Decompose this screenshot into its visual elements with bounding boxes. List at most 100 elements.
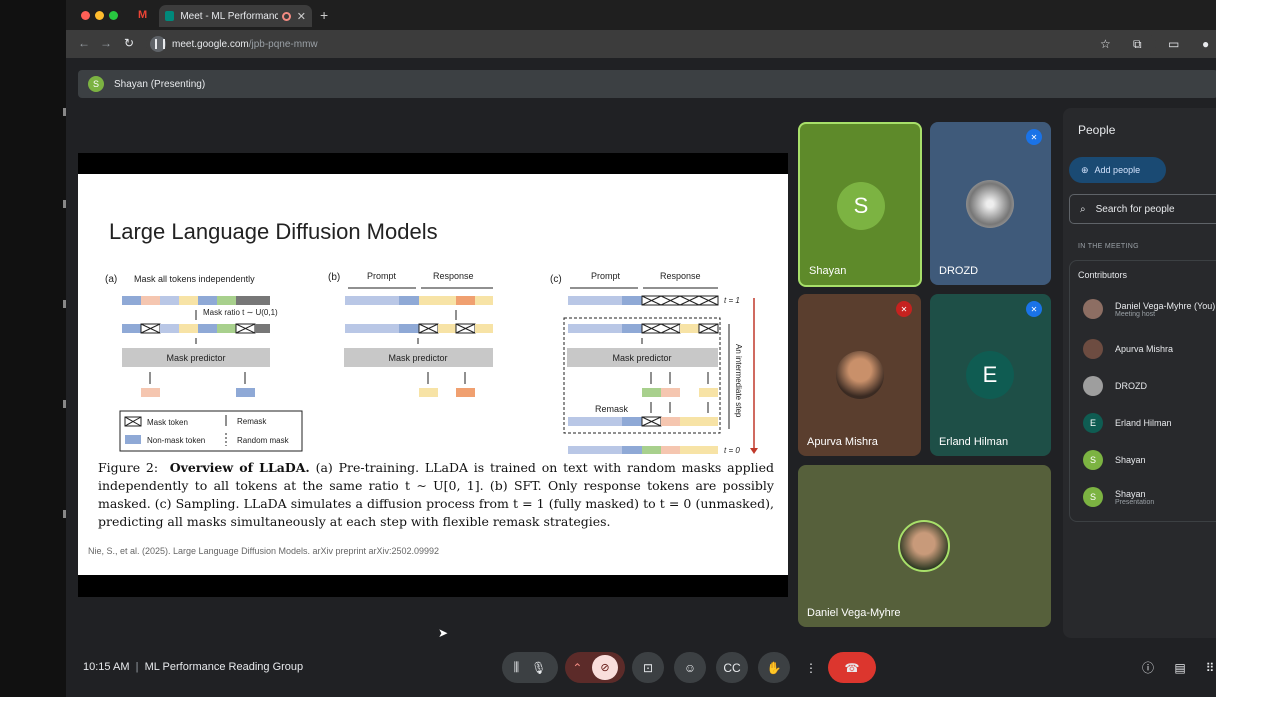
legend-random-mask: Random mask xyxy=(237,436,290,445)
panel-c-token-row-2 xyxy=(568,323,719,334)
person-row[interactable]: DROZD xyxy=(1083,376,1147,396)
presenter-avatar: S xyxy=(88,76,104,92)
in-meeting-heading: IN THE MEETING xyxy=(1078,243,1139,250)
presenting-banner: S Shayan (Presenting) xyxy=(78,70,1216,98)
panel-b-predictor-label: Mask predictor xyxy=(388,353,447,363)
info-icon: ⓘ xyxy=(1141,661,1154,675)
url-host: meet.google.com xyxy=(172,38,249,50)
figure-legend-box xyxy=(119,410,303,452)
forward-icon[interactable]: → xyxy=(100,36,112,50)
hand-icon: ✋ xyxy=(766,660,782,675)
caption-label: Figure 2: xyxy=(98,460,159,475)
person-row[interactable]: Daniel Vega-Myhre (You) Meeting host xyxy=(1083,299,1215,319)
caption-bold: Overview of LLaDA. xyxy=(169,460,310,475)
intermediate-step-box xyxy=(563,317,721,434)
panel-a-token-row-1 xyxy=(122,296,270,305)
participant-tile-erland[interactable]: ✕ E Erland Hilman xyxy=(930,294,1051,456)
bottom-margin xyxy=(0,697,1280,720)
panel-c-remasked-row xyxy=(568,416,718,427)
presenting-label: Shayan (Presenting) xyxy=(114,78,206,90)
meeting-details-button[interactable]: ⓘ xyxy=(1136,652,1160,683)
person-name: Daniel Vega-Myhre (You) xyxy=(1115,300,1216,311)
person-name: Shayan xyxy=(1115,488,1146,499)
participant-tile-shayan[interactable]: S Shayan xyxy=(798,122,922,287)
chat-icon: ▤ xyxy=(1174,660,1186,675)
audio-levels-icon: ⫼ xyxy=(513,660,520,674)
clock-time: 10:15 AM xyxy=(83,661,130,673)
captions-button[interactable]: CC xyxy=(716,652,748,683)
more-vert-icon: ⋮ xyxy=(805,660,817,675)
participant-tile-daniel[interactable]: Daniel Vega-Myhre xyxy=(798,465,1051,627)
tab-title: Meet - ML Performance R xyxy=(180,10,279,22)
add-people-button[interactable]: ⊕ Add people xyxy=(1069,157,1166,183)
contributors-heading: Contributors xyxy=(1078,270,1128,280)
reactions-button[interactable]: ☺ xyxy=(674,652,706,683)
panel-a-header: Mask all tokens independently xyxy=(134,274,255,284)
extensions-icon[interactable]: ⧉ xyxy=(1133,37,1142,52)
microphone-icon[interactable]: 🎙 xyxy=(531,661,546,675)
person-name: Shayan xyxy=(1115,455,1146,465)
people-title: People xyxy=(1078,123,1116,137)
legend-remask: Remask xyxy=(237,417,267,426)
gmail-tab-icon[interactable]: M xyxy=(138,9,147,21)
present-icon: ⊡ xyxy=(642,660,654,675)
leave-call-button[interactable]: ☎ xyxy=(828,652,876,683)
close-window-button[interactable] xyxy=(81,11,90,20)
meeting-info: 10:15 AM | ML Performance Reading Group xyxy=(83,661,303,673)
panel-a-predictor-label: Mask predictor xyxy=(166,353,225,363)
chevron-up-icon[interactable]: ⌃ xyxy=(572,661,582,675)
back-icon[interactable]: ← xyxy=(78,36,90,50)
chat-button[interactable]: ▤ xyxy=(1168,652,1192,683)
search-people-input[interactable]: ⌕ Search for people xyxy=(1069,194,1216,224)
panel-a-token-row-2 xyxy=(122,323,270,334)
participant-avatar: E xyxy=(966,351,1014,399)
activities-button[interactable]: ⠿ xyxy=(1200,652,1216,683)
apps-grid-icon: ⠿ xyxy=(1205,660,1215,675)
site-info-icon[interactable] xyxy=(150,36,166,52)
people-panel: People ⊕ Add people ⌕ Search for people IN… xyxy=(1063,108,1216,638)
participant-avatar xyxy=(966,180,1014,228)
raise-hand-button[interactable]: ✋ xyxy=(758,652,790,683)
camera-control[interactable]: ⌃ ⊘ xyxy=(565,652,625,683)
panel-b-prompt: Prompt xyxy=(367,271,397,281)
figure-caption: Figure 2: Overview of LLaDA. (a) Pre-tra… xyxy=(98,459,774,531)
minimize-window-button[interactable] xyxy=(95,11,104,20)
tab-meet[interactable]: Meet - ML Performance R ✕ xyxy=(159,5,312,27)
person-row[interactable]: S Shayan Presentation xyxy=(1083,487,1154,507)
muted-mic-icon: ✕ xyxy=(1026,301,1042,317)
camera-off-icon[interactable]: ⊘ xyxy=(592,655,618,680)
person-role: Meeting host xyxy=(1115,310,1156,318)
person-name: Erland Hilman xyxy=(1115,418,1172,428)
tab-search-icon[interactable]: ▭ xyxy=(1168,37,1179,51)
bookmark-star-icon[interactable]: ☆ xyxy=(1100,37,1111,51)
tab-close-icon[interactable]: ✕ xyxy=(297,10,306,23)
mic-control[interactable]: ⫼ 🎙 xyxy=(502,652,558,683)
address-bar[interactable]: meet.google.com/jpb-pqne-mmw xyxy=(146,33,1156,55)
present-screen-button[interactable]: ⊡ xyxy=(632,652,664,683)
separator: | xyxy=(135,661,139,673)
panel-b-output-token xyxy=(456,388,475,397)
person-row[interactable]: Apurva Mishra xyxy=(1083,339,1173,359)
presentation-area: Large Language Diffusion Models (a) Mask… xyxy=(78,153,788,597)
panel-a-output-token xyxy=(236,388,255,397)
reload-icon[interactable]: ↻ xyxy=(124,36,134,50)
participant-avatar: S xyxy=(837,182,885,230)
citation: Nie, S., et al. (2025). Large Language D… xyxy=(88,546,440,556)
participant-tile-drozd[interactable]: ✕ DROZD xyxy=(930,122,1051,285)
new-tab-button[interactable]: + xyxy=(320,7,328,23)
profile-avatar-icon[interactable]: ● xyxy=(1202,37,1209,51)
person-row[interactable]: E Erland Hilman xyxy=(1083,413,1172,433)
search-icon: ⌕ xyxy=(1080,203,1086,215)
more-options-button[interactable]: ⋮ xyxy=(800,652,822,683)
panel-c-token-row-top xyxy=(568,295,719,306)
browser-toolbar: ← → ↻ meet.google.com/jpb-pqne-mmw ☆ ⧉ ▭… xyxy=(66,30,1216,58)
slide: Large Language Diffusion Models (a) Mask… xyxy=(78,174,788,575)
person-row[interactable]: S Shayan xyxy=(1083,450,1146,470)
participant-tile-apurva[interactable]: ✕ Apurva Mishra xyxy=(798,294,921,456)
person-name: DROZD xyxy=(1115,381,1147,391)
participant-name: Erland Hilman xyxy=(939,436,1009,448)
non-mask-token-swatch xyxy=(125,435,141,444)
maximize-window-button[interactable] xyxy=(109,11,118,20)
panel-c-label: (c) xyxy=(550,274,562,285)
muted-mic-icon: ✕ xyxy=(896,301,912,317)
